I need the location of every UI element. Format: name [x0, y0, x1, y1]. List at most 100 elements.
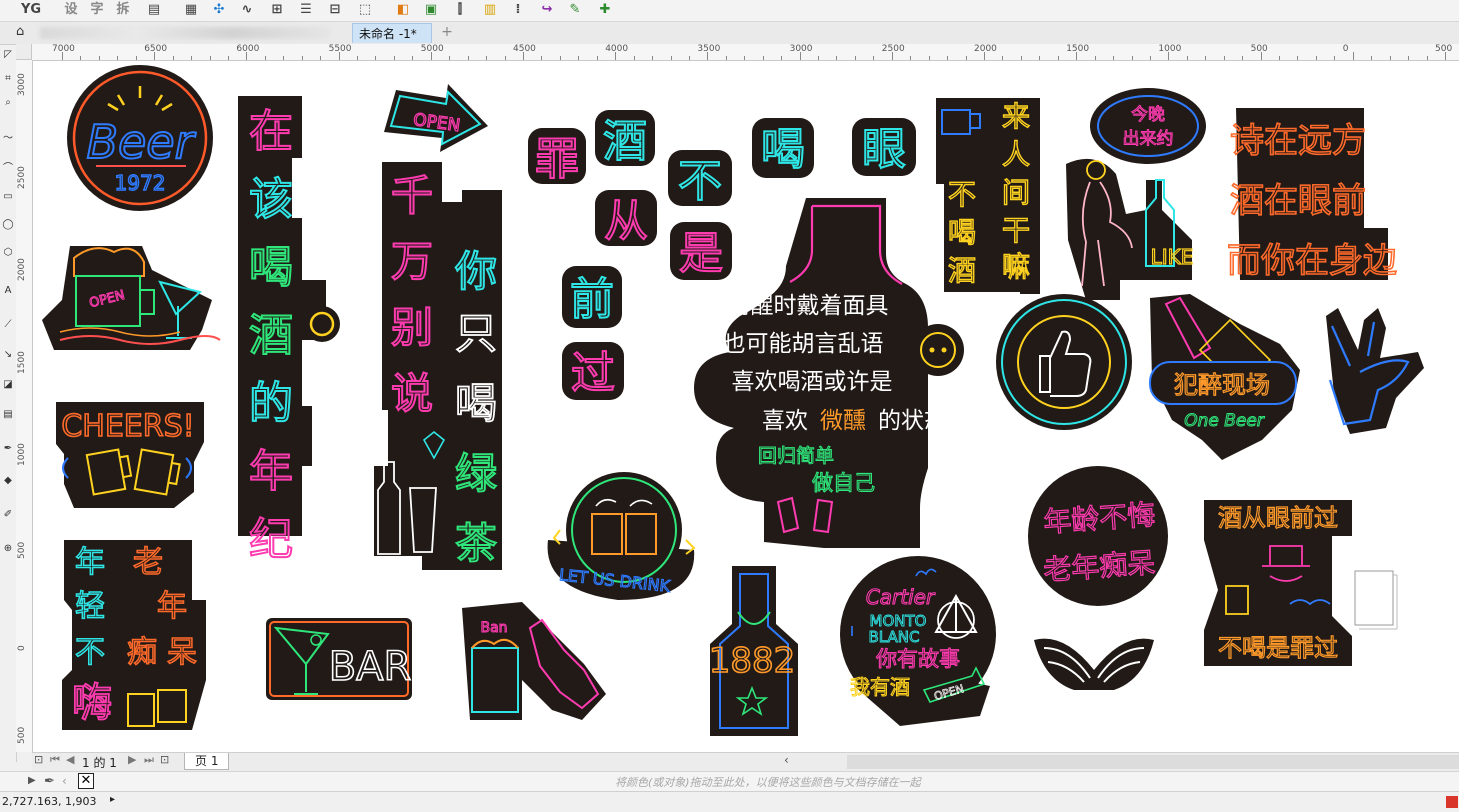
- thumbs-up-sticker[interactable]: [996, 294, 1132, 430]
- nian-qing-sticker[interactable]: 年 老 轻 年 不 痴 呆 嗨: [62, 540, 206, 730]
- horizontal-ruler[interactable]: 7000 6500 6000 5500 5000 4500 4000 3500 3000 2500…: [32, 44, 1459, 61]
- polygon-tool-icon[interactable]: ⬡: [1, 246, 15, 260]
- home-icon[interactable]: ⌂: [16, 24, 24, 39]
- bottle-line-5: 回归简单: [758, 445, 834, 467]
- shadow-tool-icon[interactable]: ◪: [1, 378, 15, 392]
- bar-sticker[interactable]: BAR: [266, 618, 412, 700]
- toolbar-char-2[interactable]: 字: [88, 1, 106, 19]
- crop-tool-icon[interactable]: ⌗: [1, 72, 15, 86]
- next-page-icon[interactable]: ▶: [128, 753, 136, 766]
- palette-left-icon[interactable]: ‹: [62, 774, 67, 788]
- plugin-icon[interactable]: ✚: [596, 1, 614, 19]
- page-thumbnail[interactable]: [1354, 570, 1394, 626]
- no-color-swatch[interactable]: ✕: [78, 773, 94, 789]
- dimension-tool-icon[interactable]: ⟋: [1, 318, 15, 332]
- wings-sticker[interactable]: [1034, 638, 1154, 690]
- pen-icon[interactable]: ✎: [566, 1, 584, 19]
- transparency-tool-icon[interactable]: ▤: [1, 408, 15, 422]
- zai-gai-he-jiu-sticker[interactable]: 在 该 喝 酒 的 年 纪: [238, 96, 340, 566]
- palette-arrow-icon[interactable]: ▶: [28, 775, 36, 786]
- jiu-single-char: 酒: [603, 116, 647, 167]
- tab-page-1[interactable]: 页 1: [184, 753, 230, 770]
- bottle-1882-sticker[interactable]: 1882: [708, 566, 798, 736]
- beer-1972-sticker[interactable]: Beer 1972: [67, 65, 213, 211]
- prev-page-icon[interactable]: ◀: [66, 753, 74, 766]
- nian-ling-sticker[interactable]: 年龄不悔 老年痴呆: [1028, 466, 1168, 606]
- shape-tool-icon[interactable]: ◸: [1, 48, 15, 62]
- guo-sticker[interactable]: 过: [562, 342, 624, 400]
- outline-tool-icon[interactable]: ✐: [1, 508, 15, 522]
- ellipse-tool-icon[interactable]: ◯: [1, 218, 15, 232]
- list-icon[interactable]: ▥: [481, 1, 499, 19]
- curve-tool-icon[interactable]: ⌒: [1, 162, 15, 176]
- ruler-tick: [1168, 52, 1170, 60]
- jiu-cong-yan-qian-sticker[interactable]: 酒从眼前过 不喝是罪过: [1204, 500, 1352, 666]
- yg-logo[interactable]: YG: [20, 1, 42, 19]
- zoom-tool-icon[interactable]: ⌕: [1, 96, 15, 110]
- grid-icon[interactable]: ⊞: [268, 1, 286, 19]
- add-tab-button[interactable]: +: [440, 23, 454, 41]
- tab-untitled-document[interactable]: 未命名 -1*: [352, 23, 432, 43]
- open-beer-cocktail-sticker[interactable]: OPEN: [42, 246, 221, 350]
- link-icon[interactable]: ↪: [538, 1, 556, 19]
- toolbar-char-1[interactable]: 设: [62, 1, 80, 19]
- toolbar-char-3[interactable]: 拆: [114, 1, 132, 19]
- first-page-icon[interactable]: ⏮: [50, 753, 60, 767]
- qian-sticker[interactable]: 前: [562, 266, 622, 328]
- text-tool-icon[interactable]: ⫿: [451, 1, 469, 19]
- page-add-icon[interactable]: ⊡: [34, 753, 43, 766]
- lai-ren-jian-sticker[interactable]: 来 人 间 干 嘛 不 喝 酒: [936, 98, 1040, 294]
- page-add-after-icon[interactable]: ⊡: [160, 753, 169, 766]
- curve-icon[interactable]: ∿: [238, 1, 256, 19]
- bottle-line-4c: 的状态: [878, 408, 947, 434]
- zui-sticker[interactable]: 罪: [528, 128, 586, 186]
- ban-beer-sticker[interactable]: Ban: [462, 602, 606, 720]
- select-icon[interactable]: ⬚: [356, 1, 374, 19]
- last-page-icon[interactable]: ⏭: [144, 753, 154, 767]
- jinwan-text: 今晚: [1131, 105, 1165, 125]
- he4-char: 喝: [948, 216, 976, 249]
- jinwan-like-sticker[interactable]: 今晚 出来约 LIKE: [1066, 88, 1206, 300]
- he-sticker[interactable]: 喝: [752, 118, 814, 178]
- pattern-icon[interactable]: ✣: [210, 1, 228, 19]
- scroll-left-icon[interactable]: ‹: [784, 753, 789, 767]
- ruler-tick: [154, 52, 156, 60]
- fan-zui-xian-chang-sticker[interactable]: 犯醉现场 One Beer: [1149, 294, 1300, 460]
- open-arrow-sticker[interactable]: OPEN: [384, 84, 488, 152]
- status-arrow-icon[interactable]: ▸: [110, 794, 115, 805]
- horizontal-scrollbar[interactable]: [847, 755, 1459, 769]
- cong-sticker[interactable]: 从: [595, 190, 657, 248]
- let-us-drink-sticker[interactable]: LET US DRINK: [547, 472, 696, 600]
- align-icon[interactable]: ⊟: [326, 1, 344, 19]
- dots-icon[interactable]: ⁞: [509, 1, 527, 19]
- he2-char: 喝: [455, 379, 497, 428]
- shi-sticker[interactable]: 是: [670, 222, 732, 280]
- drawing-canvas[interactable]: .dk{fill:#211a17;stroke:#211a17;} .n{fon…: [33, 61, 1459, 752]
- add-tool-icon[interactable]: ⊕: [1, 542, 15, 556]
- cheers-sticker[interactable]: CHEERS!: [56, 402, 204, 508]
- fill-tool-icon[interactable]: ◆: [1, 474, 15, 488]
- table-icon[interactable]: ▦: [182, 1, 200, 19]
- bu-sticker[interactable]: 不: [668, 150, 732, 208]
- cartier-sticker[interactable]: Cartier MONTO BLANC 你有故事 我有酒 OPEN: [840, 556, 996, 726]
- lines-icon[interactable]: ☰: [297, 1, 315, 19]
- ruler-origin[interactable]: [16, 44, 32, 60]
- qian-wan-bie-shuo-sticker[interactable]: 千 万 别 说 你 只 喝 绿 茶: [374, 162, 502, 570]
- jiu-sticker[interactable]: 酒: [595, 110, 655, 168]
- bottle-line-3: 喜欢喝酒或许是: [732, 369, 893, 395]
- connector-tool-icon[interactable]: ↘: [1, 348, 15, 362]
- rectangle-tool-icon[interactable]: ▭: [1, 190, 15, 204]
- ruler-label: 2500: [17, 165, 27, 189]
- eyedropper-icon[interactable]: ✒: [44, 774, 55, 789]
- freehand-tool-icon[interactable]: 〜: [1, 132, 15, 146]
- text-tool-icon[interactable]: A: [1, 284, 15, 298]
- vertical-ruler[interactable]: 3000 2500 2000 1500 1000 500 0 500: [16, 60, 33, 752]
- eyedropper-tool-icon[interactable]: ✒: [1, 442, 15, 456]
- rock-hand-sticker[interactable]: [1326, 308, 1424, 434]
- shapes-icon[interactable]: ◧: [394, 1, 412, 19]
- shi-zai-yuan-fang-sticker[interactable]: 诗在远方 酒在眼前 而你在身边: [1226, 108, 1398, 282]
- image-icon[interactable]: ▣: [422, 1, 440, 19]
- document-icon[interactable]: ▤: [145, 1, 163, 19]
- yan-sticker[interactable]: 眼: [852, 118, 916, 176]
- lao-char: 老: [133, 545, 163, 580]
